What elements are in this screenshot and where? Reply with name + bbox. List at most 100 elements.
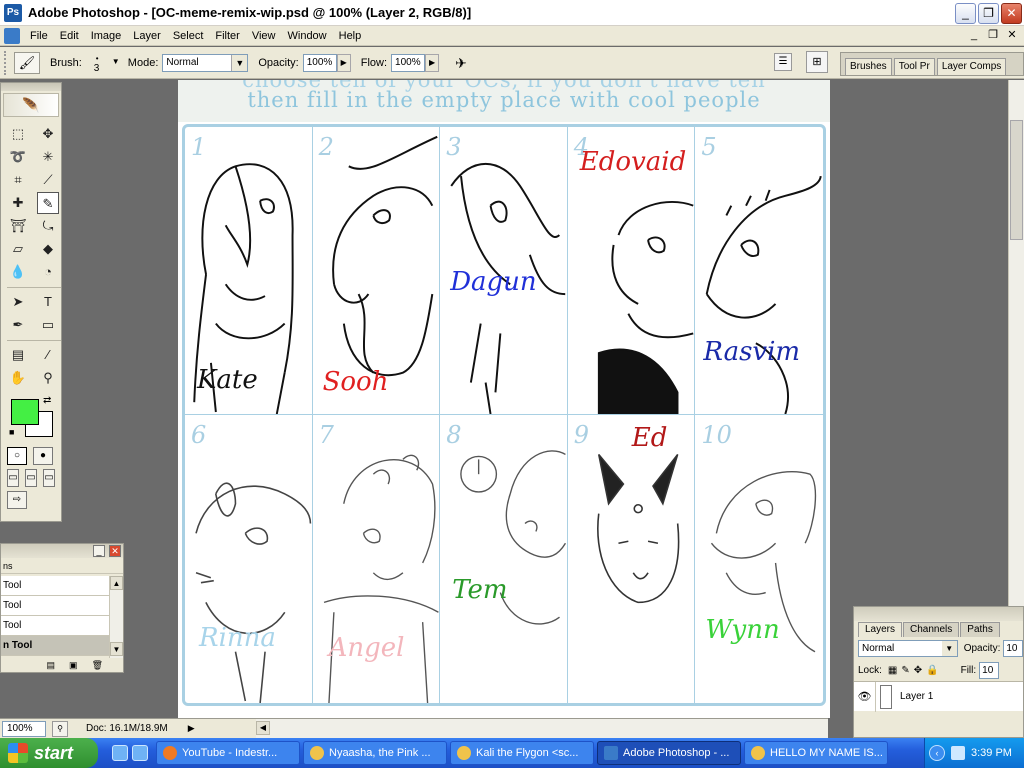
screen-mode-full-menu-button[interactable]: ▭ xyxy=(25,469,37,487)
scroll-down-icon[interactable]: ▼ xyxy=(110,642,123,656)
eye-icon[interactable]: 👁 xyxy=(854,681,876,712)
shape-tool-icon[interactable]: ▭ xyxy=(37,314,59,336)
tool-options-icon[interactable]: ▤ xyxy=(47,658,56,672)
toggle-palettes-button[interactable]: ☰ xyxy=(774,53,792,71)
flow-input[interactable]: 100% xyxy=(391,53,426,72)
new-preset-icon[interactable]: ▣ xyxy=(69,658,78,672)
quick-mask-mode-button[interactable]: ● xyxy=(33,447,53,465)
layers-panel-title-bar[interactable] xyxy=(854,607,1023,621)
tray-expand-icon[interactable]: ‹ xyxy=(929,745,945,761)
tab-layers[interactable]: Layers xyxy=(858,622,903,637)
type-tool-icon[interactable]: T xyxy=(37,291,59,313)
zoom-input[interactable]: 100% xyxy=(2,720,46,737)
canvas-vertical-scrollbar[interactable] xyxy=(1008,80,1024,610)
tab-channels[interactable]: Channels xyxy=(903,622,960,637)
close-button[interactable]: ✕ xyxy=(1001,3,1022,24)
eraser-tool-icon[interactable]: ▱ xyxy=(7,238,29,260)
jump-to-imageready-button[interactable]: ⇨ xyxy=(7,491,27,509)
airbrush-toggle[interactable]: ✈ xyxy=(449,52,473,74)
move-tool-icon[interactable]: ✥ xyxy=(37,123,59,145)
file-browser-button[interactable]: ⊞ xyxy=(806,51,828,73)
menu-file[interactable]: File xyxy=(24,30,54,42)
toolbox-title-bar[interactable] xyxy=(1,83,61,91)
lock-transparency-icon[interactable]: ▦ xyxy=(888,665,897,676)
slice-tool-icon[interactable]: ⟋ xyxy=(37,169,59,191)
brush-size-picker[interactable]: • 3 ▼ xyxy=(86,51,120,75)
canvas-horizontal-scrollbar[interactable]: ◀ xyxy=(256,718,828,738)
scroll-up-icon[interactable]: ▲ xyxy=(110,576,123,590)
taskbar-item[interactable]: YouTube - Indestr... xyxy=(156,741,300,765)
taskbar-item[interactable]: Nyaasha, the Pink ... xyxy=(303,741,447,765)
trash-icon[interactable]: 🗑 xyxy=(92,658,103,672)
adobe-online-button[interactable]: 🪶 xyxy=(3,93,59,117)
opacity-slider-button[interactable]: ▶ xyxy=(336,53,351,72)
lock-all-icon[interactable]: 🔒 xyxy=(926,665,938,676)
options-bar-grip[interactable] xyxy=(4,50,8,75)
path-selection-tool-icon[interactable]: ➤ xyxy=(7,291,29,313)
list-item[interactable]: Tool xyxy=(1,616,109,636)
menu-layer[interactable]: Layer xyxy=(127,30,167,42)
palette-tab-brushes[interactable]: Brushes xyxy=(845,58,892,75)
lock-pixels-icon[interactable]: ✎ xyxy=(901,665,909,676)
minimize-button[interactable]: _ xyxy=(955,3,976,24)
doc-close-button[interactable]: ✕ xyxy=(1004,27,1020,43)
blend-mode-select[interactable]: Normal ▼ xyxy=(858,639,958,657)
clone-stamp-tool-icon[interactable]: ⛩ xyxy=(7,215,29,237)
scroll-thumb[interactable] xyxy=(1010,120,1023,240)
menu-select[interactable]: Select xyxy=(167,30,210,42)
panel-close-button[interactable]: ✕ xyxy=(109,545,121,557)
list-item[interactable]: n Tool xyxy=(1,636,109,656)
document-icon[interactable] xyxy=(4,27,20,44)
dodge-tool-icon[interactable]: ◔ xyxy=(37,261,59,283)
hand-tool-icon[interactable]: ✋ xyxy=(7,367,29,389)
brush-tool-preset-picker[interactable]: 🖌 xyxy=(14,51,40,74)
palette-tab-layer-comps[interactable]: Layer Comps xyxy=(936,58,1007,75)
scroll-left-icon[interactable]: ◀ xyxy=(256,721,270,735)
taskbar-item[interactable]: HELLO MY NAME IS... xyxy=(744,741,888,765)
mode-select[interactable]: Normal ▼ xyxy=(162,53,249,72)
photoshop-app-icon[interactable]: Ps xyxy=(4,3,22,22)
layer-row[interactable]: 👁 Layer 1 xyxy=(854,681,1023,712)
paint-bucket-tool-icon[interactable]: ◆ xyxy=(37,238,59,260)
menu-view[interactable]: View xyxy=(246,30,282,42)
document-canvas[interactable]: choose ten of your OCs, if you don't hav… xyxy=(178,80,830,718)
show-desktop-icon[interactable] xyxy=(112,745,128,761)
pen-tool-icon[interactable]: ✒ xyxy=(7,314,29,336)
list-item[interactable]: Tool xyxy=(1,596,109,616)
menu-edit[interactable]: Edit xyxy=(54,30,85,42)
menu-window[interactable]: Window xyxy=(282,30,333,42)
lock-position-icon[interactable]: ✥ xyxy=(914,665,922,676)
screen-mode-full-button[interactable]: ▭ xyxy=(43,469,55,487)
blur-tool-icon[interactable]: 💧 xyxy=(7,261,29,283)
healing-brush-tool-icon[interactable]: ✚ xyxy=(7,192,29,214)
status-menu-arrow-icon[interactable]: ▶ xyxy=(188,723,195,734)
swap-colors-icon[interactable]: ⇄ xyxy=(43,395,51,406)
tab-paths[interactable]: Paths xyxy=(960,622,1000,637)
flow-slider-button[interactable]: ▶ xyxy=(425,53,440,72)
menu-filter[interactable]: Filter xyxy=(209,30,245,42)
opacity-input[interactable]: 100% xyxy=(302,53,337,72)
standard-mode-button[interactable]: ○ xyxy=(7,447,27,465)
lasso-tool-icon[interactable]: ➰ xyxy=(7,146,29,168)
default-colors-icon[interactable]: ■ xyxy=(9,427,14,437)
tool-presets-tab[interactable]: ns xyxy=(1,558,123,574)
internet-explorer-icon[interactable] xyxy=(132,745,148,761)
tool-presets-scrollbar[interactable]: ▲ ▼ xyxy=(109,576,123,658)
notes-tool-icon[interactable]: ▤ xyxy=(7,344,29,366)
layer-opacity-input[interactable]: 10 xyxy=(1003,639,1023,657)
menu-help[interactable]: Help xyxy=(333,30,368,42)
volume-icon[interactable] xyxy=(951,746,965,760)
taskbar-item[interactable]: Kali the Flygon <sc... xyxy=(450,741,594,765)
doc-restore-button[interactable]: ❐ xyxy=(985,27,1001,43)
brush-tool-icon[interactable]: ✎ xyxy=(37,192,59,214)
start-button[interactable]: start xyxy=(0,738,98,768)
fill-input[interactable]: 10 xyxy=(979,661,1000,679)
history-brush-tool-icon[interactable]: ⤿ xyxy=(37,215,59,237)
magic-wand-tool-icon[interactable]: ✳ xyxy=(37,146,59,168)
marquee-tool-icon[interactable]: ⬚ xyxy=(7,123,29,145)
menu-image[interactable]: Image xyxy=(85,30,128,42)
eyedropper-tool-icon[interactable]: ⁄ xyxy=(37,344,59,366)
zoom-tool-icon[interactable]: ⚲ xyxy=(37,367,59,389)
crop-tool-icon[interactable]: ⌗ xyxy=(7,169,29,191)
maximize-button[interactable]: ❐ xyxy=(978,3,999,24)
